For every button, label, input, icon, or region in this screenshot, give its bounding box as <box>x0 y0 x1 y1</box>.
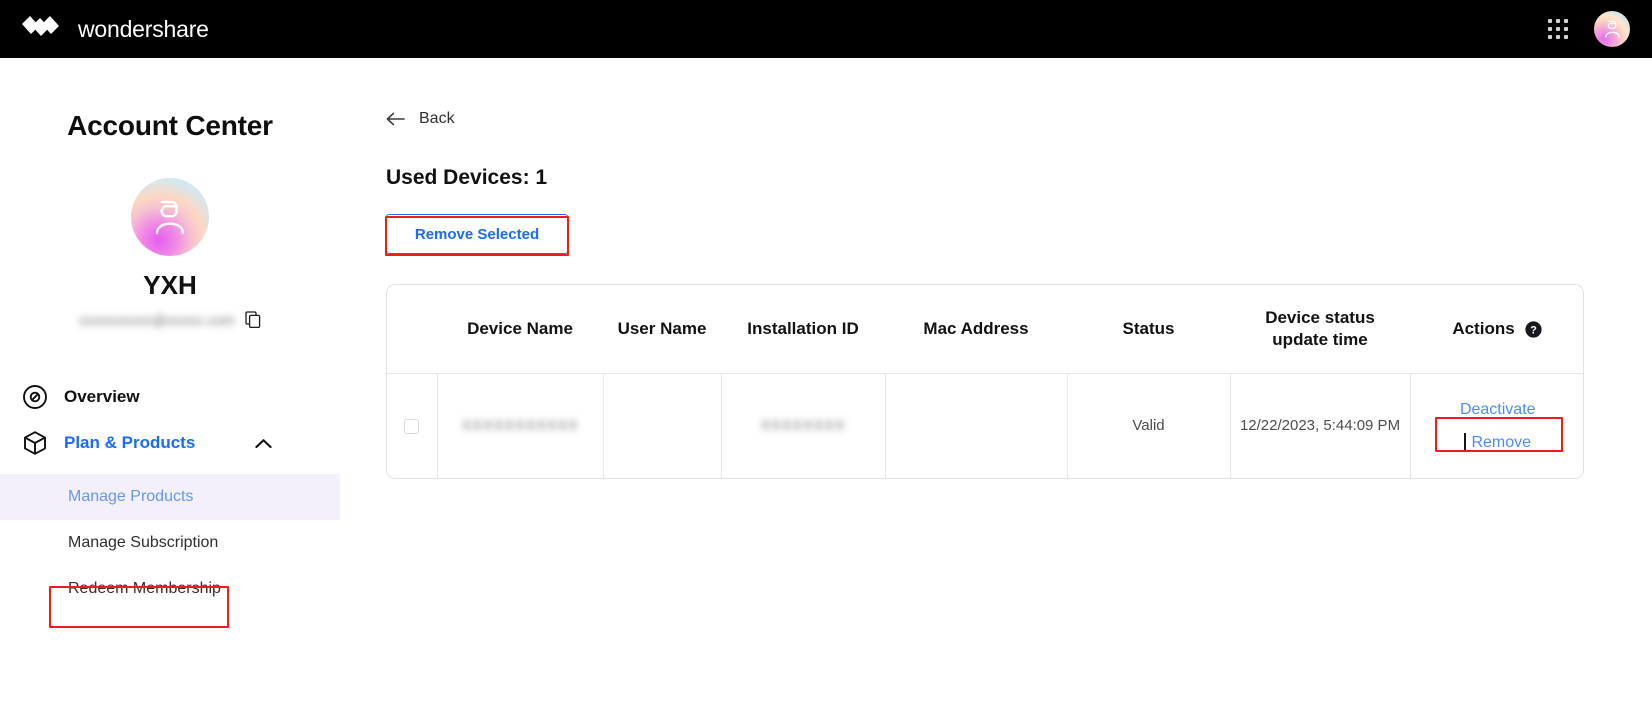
profile-email: xxxxxxxxxx@xxxxx.com <box>79 311 235 328</box>
column-header-actions-label: Actions <box>1452 319 1515 339</box>
arrow-left-icon <box>386 112 405 126</box>
page-title: Account Center <box>67 110 273 141</box>
user-avatar-icon <box>155 200 185 235</box>
user-avatar-icon <box>1604 20 1620 38</box>
profile-username: YXH <box>143 270 197 300</box>
column-header-device-status-update-time: Device status update time <box>1265 308 1375 350</box>
cell-mac-address <box>884 373 1067 478</box>
devices-table-body: XXXXXXXXXXX XXXXXXXX Valid 12/22/2023, 5… <box>387 373 1583 478</box>
remove-link-row: Remove <box>1419 433 1578 453</box>
apps-grid-icon[interactable] <box>1548 19 1568 39</box>
column-header-actions: Actions ? <box>1410 285 1583 374</box>
profile-avatar-wrap <box>0 178 340 256</box>
copy-icon[interactable] <box>245 311 261 328</box>
avatar[interactable] <box>1594 11 1630 47</box>
deactivate-link[interactable]: Deactivate <box>1419 400 1578 419</box>
back-label: Back <box>419 110 455 127</box>
column-header-device-name: Device Name <box>467 319 573 339</box>
used-devices-heading: Used Devices: 1 <box>386 166 548 189</box>
question-mark-circle-icon[interactable]: ? <box>1524 320 1543 339</box>
profile-email-row: xxxxxxxxxx@xxxxx.com <box>0 311 340 328</box>
devices-table: Device Name User Name Installation ID Ma… <box>387 285 1583 478</box>
sidebar-item-plan-products[interactable]: Plan & Products <box>0 420 340 466</box>
column-header-user-name: User Name <box>617 319 707 339</box>
devices-table-head: Device Name User Name Installation ID Ma… <box>387 285 1583 374</box>
chevron-up-icon[interactable] <box>255 438 272 449</box>
sidebar-item-label: Overview <box>64 387 140 406</box>
sidebar-item-manage-products[interactable]: Manage Products <box>0 474 340 520</box>
table-row: XXXXXXXXXXX XXXXXXXX Valid 12/22/2023, 5… <box>387 373 1583 478</box>
back-button[interactable]: Back <box>386 110 470 128</box>
cell-status-update-time: 12/22/2023, 5:44:09 PM <box>1229 373 1410 478</box>
devices-table-card: Device Name User Name Installation ID Ma… <box>386 284 1584 479</box>
profile-avatar[interactable] <box>131 178 209 256</box>
sidebar-item-overview[interactable]: Overview <box>0 374 340 420</box>
top-header-bar: wondershare <box>0 0 1652 58</box>
remove-selected-button[interactable]: Remove Selected <box>386 214 568 254</box>
sidebar-nav: Overview Plan & Products Manage Products… <box>0 374 340 612</box>
cell-installation-id: XXXXXXXX <box>720 373 885 478</box>
cell-user-name <box>602 373 721 478</box>
sidebar-item-redeem-membership[interactable]: Redeem Membership <box>0 566 340 612</box>
sidebar: Account Center YXH xxxxxxxxxx@xxxxx.com <box>0 58 340 722</box>
cell-device-name: XXXXXXXXXXX <box>436 373 603 478</box>
column-header-installation-id: Installation ID <box>747 319 859 339</box>
header-right-actions <box>1548 11 1652 47</box>
remove-selected-wrapper: Remove Selected <box>385 214 569 256</box>
installation-id-value: XXXXXXXX <box>760 417 846 435</box>
compass-icon <box>23 385 47 409</box>
main-content: Back Used Devices: 1 Remove Selected Dev… <box>340 58 1652 722</box>
row-checkbox[interactable] <box>404 418 420 434</box>
sidebar-subnav: Manage Products Manage Subscription Rede… <box>0 474 340 612</box>
wondershare-logo-icon <box>22 16 59 36</box>
cell-actions: Deactivate Remove <box>1409 373 1583 478</box>
remove-link[interactable]: Remove <box>1471 433 1531 452</box>
page-root: wondershare Account Center YXH xxxxxxxxx… <box>0 0 1652 722</box>
sidebar-item-manage-subscription[interactable]: Manage Subscription <box>0 520 340 566</box>
cell-select <box>387 374 437 478</box>
table-header-row: Device Name User Name Installation ID Ma… <box>387 285 1583 374</box>
svg-text:?: ? <box>1530 324 1537 336</box>
cell-status: Valid <box>1066 373 1230 478</box>
column-header-mac-address: Mac Address <box>923 319 1029 339</box>
column-header-select <box>387 285 437 374</box>
text-cursor <box>1464 433 1467 453</box>
brand-name: wondershare <box>78 15 209 42</box>
device-name-value: XXXXXXXXXXX <box>461 417 579 435</box>
sidebar-item-label: Plan & Products <box>64 433 196 452</box>
column-header-status: Status <box>1122 319 1175 339</box>
brand-logo[interactable]: wondershare <box>0 16 209 43</box>
box-icon <box>24 431 46 455</box>
